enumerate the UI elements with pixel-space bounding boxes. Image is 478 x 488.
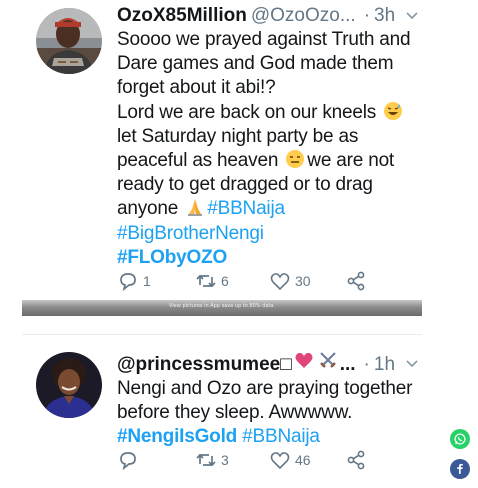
text-line: anyone #BBNaija: [117, 197, 422, 221]
text-line: before they sleep. Awwwww.: [117, 402, 353, 424]
folded-hands-emoji-icon: [188, 199, 203, 217]
reply-icon: [120, 452, 136, 471]
separator-dot: ·: [363, 5, 371, 26]
display-name[interactable]: OzoX85Million: [117, 4, 247, 28]
whatsapp-icon: [454, 433, 466, 445]
tweet-content: OzoX85Million @OzoOzo... · 3h Soooo we p…: [117, 4, 422, 270]
facebook-share-button[interactable]: [450, 459, 470, 479]
avatar-princessmumee[interactable]: [36, 352, 102, 418]
hashtag-link[interactable]: #BBNaija: [207, 198, 285, 219]
like-button[interactable]: 46: [269, 449, 311, 471]
missing-glyph-box: □: [280, 354, 292, 375]
app-promo-text: View pictures in App save up to 80% data…: [168, 303, 275, 309]
hashtag-link[interactable]: #BBNaija: [242, 426, 320, 447]
reply-icon: [120, 273, 136, 292]
text-line: Dare games and God made them: [117, 53, 394, 75]
text-line: peaceful as heaven we are not: [117, 149, 422, 173]
display-name[interactable]: @princessmumee□: [117, 353, 292, 377]
tweet-header: @princessmumee□ ... · 1h: [117, 350, 422, 377]
text-line: Soooo we prayed against Truth and: [117, 29, 411, 50]
avatar-princessmumee-image: [36, 352, 102, 418]
hashtag-link[interactable]: #FLObyOZO: [117, 246, 422, 270]
hashtag-line: #NengiIsGold #BBNaija: [117, 425, 422, 449]
user-handle[interactable]: @OzoOzo...: [251, 4, 356, 28]
tweet-card-princessmumee[interactable]: @princessmumee□ ... · 1h Nengi and Ozo a…: [22, 340, 422, 488]
retweet-count: 6: [221, 273, 229, 289]
reply-button[interactable]: [117, 449, 143, 471]
retweet-icon: [196, 274, 216, 288]
text-segment: anyone: [117, 198, 179, 220]
retweet-button[interactable]: 3: [195, 449, 229, 471]
text-line: Lord we are back on our kneels: [117, 101, 422, 125]
hashtag-link[interactable]: #BigBrotherNengi: [117, 222, 422, 246]
tweet-card-ozo[interactable]: OzoX85Million @OzoOzo... · 3h Soooo we p…: [22, 0, 422, 318]
tweet-divider: [22, 334, 422, 335]
heart-icon: [270, 452, 290, 470]
share-icon: [347, 271, 365, 291]
whatsapp-share-button[interactable]: [450, 429, 470, 449]
tweet-timestamp[interactable]: 1h: [374, 353, 395, 377]
avatar-ozo[interactable]: [36, 8, 102, 74]
text-line: ready to get dragged or to drag: [117, 174, 373, 196]
tweet-text: Soooo we prayed against Truth and Dare g…: [117, 28, 422, 270]
text-line: forget about it abi!?: [117, 77, 276, 99]
tweet-timestamp[interactable]: 3h: [374, 4, 395, 28]
text-segment: Lord we are back on our kneels: [117, 101, 377, 123]
share-icon: [347, 450, 365, 470]
share-button[interactable]: [345, 270, 367, 292]
tweet-header: OzoX85Million @OzoOzo... · 3h: [117, 4, 422, 28]
expressionless-face-emoji-icon: [286, 150, 305, 169]
grinning-sweat-emoji-icon: [384, 101, 403, 120]
reply-button[interactable]: 1: [117, 270, 151, 292]
share-button[interactable]: [345, 449, 367, 471]
text-segment: we are not: [307, 150, 395, 172]
chevron-down-icon[interactable]: [405, 357, 419, 371]
app-promo-bar[interactable]: View pictures in App save up to 80% data…: [22, 300, 422, 316]
retweet-count: 3: [221, 452, 229, 468]
heart-emoji-icon: [295, 352, 313, 368]
avatar-ozo-image: [36, 8, 102, 74]
text-line: Nengi and Ozo are praying together: [117, 378, 413, 399]
like-count: 30: [295, 273, 311, 289]
tweet-content: @princessmumee□ ... · 1h Nengi and Ozo a…: [117, 350, 422, 450]
text-line: let Saturday night party be as: [117, 125, 359, 147]
facebook-icon: [457, 463, 463, 474]
tweet-text: Nengi and Ozo are praying together befor…: [117, 377, 422, 450]
like-count: 46: [295, 452, 311, 468]
chevron-down-icon[interactable]: [405, 9, 419, 23]
hashtag-link[interactable]: #NengiIsGold: [117, 426, 237, 447]
crossed-swords-emoji-icon: [319, 352, 336, 368]
like-button[interactable]: 30: [269, 270, 311, 292]
retweet-icon: [196, 453, 216, 467]
separator-dot: ·: [363, 354, 370, 375]
text-segment: peaceful as heaven: [117, 150, 279, 172]
heart-icon: [270, 273, 290, 291]
reply-count: 1: [143, 273, 151, 289]
truncation-ellipsis: ...: [339, 354, 356, 375]
display-name-text: @princessmumee: [117, 354, 281, 375]
retweet-button[interactable]: 6: [195, 270, 229, 292]
